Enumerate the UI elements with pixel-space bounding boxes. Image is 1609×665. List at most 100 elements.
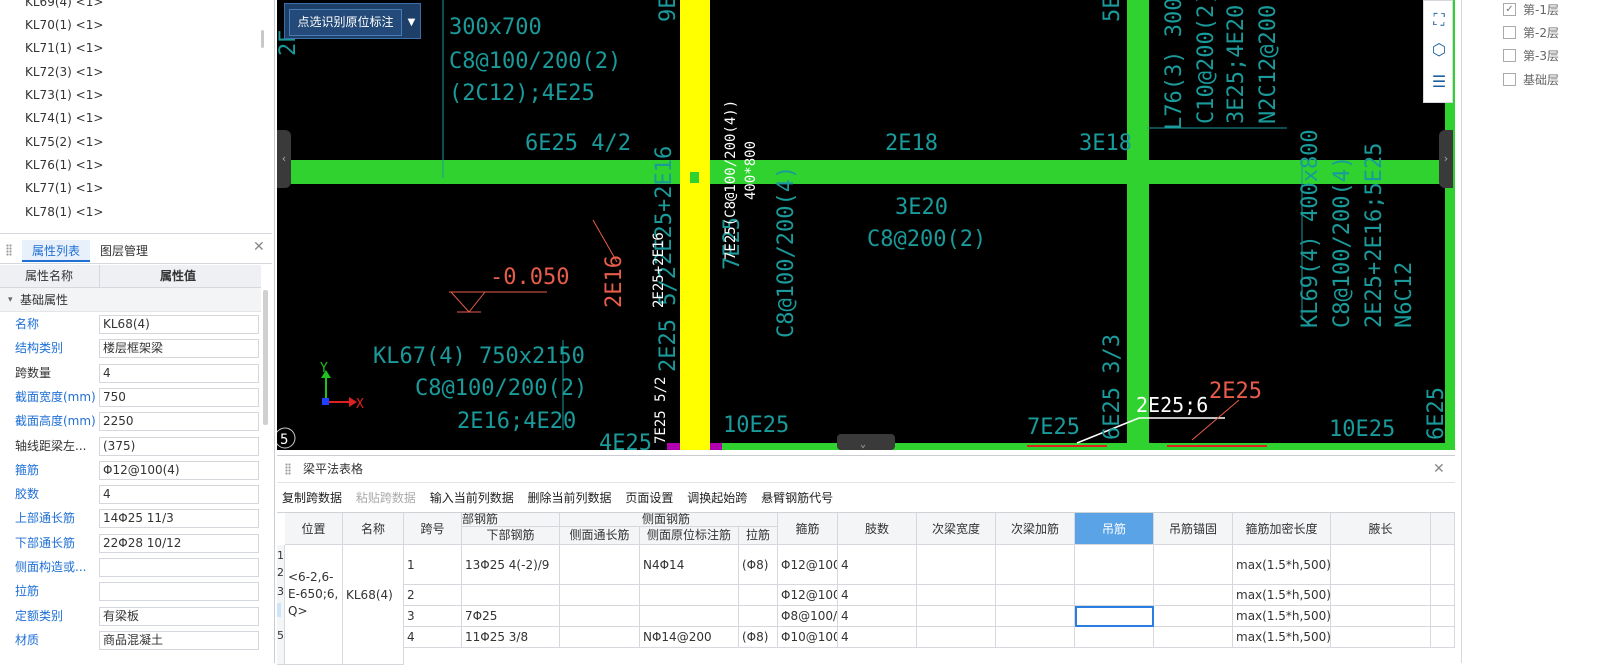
drag-grip-icon[interactable]: [285, 463, 291, 475]
fullscreen-icon[interactable]: ⛶: [1428, 9, 1450, 31]
prop-value[interactable]: 22Φ28 10/12: [99, 533, 259, 553]
side-long-cell[interactable]: [560, 585, 640, 606]
hanger-cell[interactable]: [1075, 627, 1154, 648]
prop-value[interactable]: 商品混凝土: [99, 630, 259, 650]
bottom-bar-cell[interactable]: 7Φ25: [462, 606, 560, 627]
tree-item[interactable]: KL75(2) <1>: [25, 132, 103, 152]
dense-cell[interactable]: max(1.5*h,500): [1233, 627, 1331, 648]
row-number[interactable]: 5: [277, 629, 284, 643]
hanger-anchor-cell[interactable]: [1154, 585, 1233, 606]
legs-cell[interactable]: 4: [838, 627, 917, 648]
swap-start-span-button[interactable]: 调换起始跨: [687, 491, 747, 505]
bottom-bar-cell[interactable]: 11Φ25 3/8: [462, 627, 560, 648]
prop-value[interactable]: KL68(4): [99, 315, 259, 334]
recognize-annotation-label[interactable]: 点选识别原位标注: [289, 9, 402, 36]
prop-value[interactable]: (375): [99, 436, 259, 456]
sec-add-cell[interactable]: [996, 606, 1075, 627]
sec-add-cell[interactable]: [996, 585, 1075, 606]
tree-item[interactable]: KL73(1) <1>: [25, 85, 103, 105]
bottom-bar-cell[interactable]: [462, 585, 560, 606]
collapse-right-handle[interactable]: ›: [1439, 130, 1453, 188]
tree-item[interactable]: KL69(4) <1>: [25, 0, 103, 12]
legs-cell[interactable]: 4: [838, 585, 917, 606]
sec-width-cell[interactable]: [917, 545, 996, 585]
span-cell[interactable]: 2: [404, 585, 462, 606]
side-long-cell[interactable]: [560, 545, 640, 585]
sec-add-cell[interactable]: [996, 545, 1075, 585]
prop-value[interactable]: 14Φ25 11/3: [99, 509, 259, 529]
tree-item[interactable]: KL70(1) <1>: [25, 15, 103, 35]
hanger-cell-active[interactable]: [1075, 606, 1154, 627]
cantilever-code-button[interactable]: 悬臂钢筋代号: [761, 491, 833, 505]
hanger-cell[interactable]: [1075, 585, 1154, 606]
tree-item[interactable]: KL72(3) <1>: [25, 62, 103, 82]
tree-item[interactable]: KL74(1) <1>: [25, 108, 103, 128]
name-cell[interactable]: KL68(4): [343, 545, 404, 665]
stirrup-cell[interactable]: Φ10@100: [778, 627, 838, 648]
sec-width-cell[interactable]: [917, 627, 996, 648]
stirrup-cell[interactable]: Φ8@100/: [778, 606, 838, 627]
cad-canvas[interactable]: 300x700 C8@100/200(2) (2C12);4E25 6E25 4…: [277, 0, 1455, 450]
side-long-cell[interactable]: [560, 606, 640, 627]
col-header-selected[interactable]: 吊筋: [1075, 513, 1154, 545]
paste-span-button[interactable]: 粘贴跨数据: [356, 491, 416, 505]
prop-value[interactable]: 4: [99, 485, 259, 505]
row-number[interactable]: 3: [277, 585, 284, 599]
sec-width-cell[interactable]: [917, 585, 996, 606]
hanger-anchor-cell[interactable]: [1154, 545, 1233, 585]
checkbox[interactable]: [1503, 26, 1516, 39]
3d-view-icon[interactable]: ⬡: [1428, 39, 1450, 61]
haunch-cell[interactable]: [1331, 627, 1431, 648]
row-number[interactable]: 1: [277, 549, 284, 563]
input-column-button[interactable]: 输入当前列数据: [430, 491, 514, 505]
side-long-cell[interactable]: [560, 627, 640, 648]
tree-item[interactable]: KL71(1) <1>: [25, 38, 103, 58]
drag-grip-icon[interactable]: [6, 244, 12, 256]
collapse-left-handle[interactable]: ‹: [277, 130, 291, 188]
legs-cell[interactable]: 4: [838, 606, 917, 627]
prop-value[interactable]: 4: [99, 363, 259, 383]
bottom-bar-cell[interactable]: 13Φ25 4(-2)/9: [462, 545, 560, 585]
props-scrollbar[interactable]: [263, 290, 268, 425]
side-orig-cell[interactable]: N4Φ14: [640, 545, 739, 585]
tree-item[interactable]: KL78(1) <1>: [25, 202, 103, 222]
tie-cell[interactable]: [739, 606, 778, 627]
tree-item[interactable]: KL77(1) <1>: [25, 178, 103, 198]
prop-value[interactable]: 2250: [99, 412, 259, 432]
delete-column-button[interactable]: 删除当前列数据: [528, 491, 612, 505]
side-orig-cell[interactable]: [640, 606, 739, 627]
props-group[interactable]: ▾ 基础属性: [0, 288, 261, 312]
dense-cell[interactable]: max(1.5*h,500): [1233, 585, 1331, 606]
prop-value[interactable]: [99, 558, 259, 577]
prop-value[interactable]: 750: [99, 387, 259, 407]
chevron-down-icon[interactable]: ▼: [403, 9, 420, 36]
side-orig-cell[interactable]: [640, 585, 739, 606]
collapse-icon[interactable]: ▾: [8, 288, 13, 312]
tie-cell[interactable]: (Φ8): [739, 545, 778, 585]
tree-item[interactable]: KL76(1) <1>: [25, 155, 103, 175]
tab-properties[interactable]: 属性列表: [22, 240, 91, 262]
prop-value[interactable]: [99, 582, 259, 602]
layer-list-icon[interactable]: ☰: [1428, 71, 1450, 93]
stirrup-cell[interactable]: Φ12@100: [778, 545, 838, 585]
tie-cell[interactable]: [739, 585, 778, 606]
span-cell[interactable]: 3: [404, 606, 462, 627]
recognize-annotation-button[interactable]: 点选识别原位标注 ▼: [284, 3, 421, 39]
copy-span-button[interactable]: 复制跨数据: [282, 491, 342, 505]
legs-cell[interactable]: 4: [838, 545, 917, 585]
checkbox[interactable]: [1503, 73, 1516, 86]
hanger-anchor-cell[interactable]: [1154, 606, 1233, 627]
haunch-cell[interactable]: [1331, 585, 1431, 606]
dense-cell[interactable]: max(1.5*h,500): [1233, 606, 1331, 627]
tie-cell[interactable]: (Φ8): [739, 627, 778, 648]
dense-cell[interactable]: max(1.5*h,500): [1233, 545, 1331, 585]
span-cell[interactable]: 1: [404, 545, 462, 585]
prop-value[interactable]: Φ12@100(4): [99, 460, 259, 480]
haunch-cell[interactable]: [1331, 606, 1431, 627]
close-icon[interactable]: ✕: [253, 239, 265, 255]
stirrup-cell[interactable]: Φ12@100: [778, 585, 838, 606]
span-cell[interactable]: 4: [404, 627, 462, 648]
hanger-cell[interactable]: [1075, 545, 1154, 585]
position-cell[interactable]: <6-2,6-E-650;6,Q>: [285, 545, 343, 665]
prop-value[interactable]: 楼层框架梁: [99, 339, 259, 359]
